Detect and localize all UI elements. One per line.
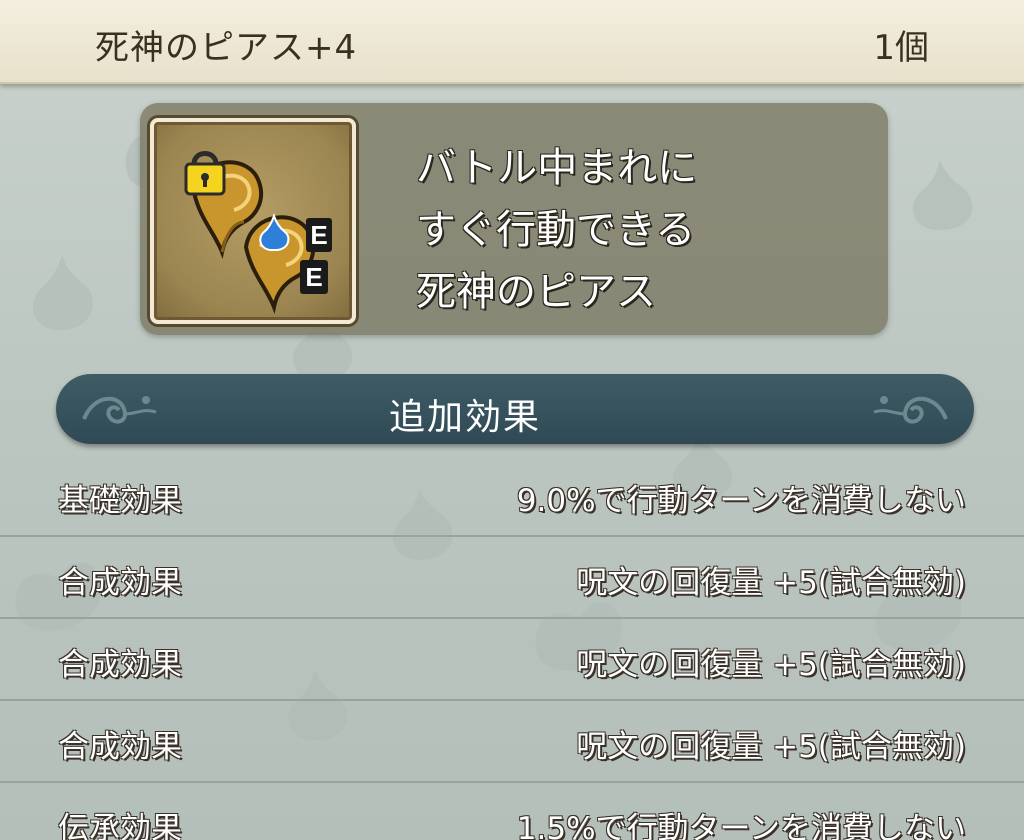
effect-value: 呪文の回復量 +5(試合無効): [576, 565, 966, 601]
effect-label: 伝承効果: [58, 811, 182, 840]
effect-label: 合成効果: [58, 647, 182, 683]
item-header: 死神のピアス+4 1個: [0, 0, 1024, 84]
section-title: 追加効果: [388, 397, 541, 438]
effect-value: 9.0%で行動ターンを消費しない: [516, 483, 966, 519]
effect-row: 合成効果 呪文の回復量 +5(試合無効): [0, 701, 1024, 783]
effect-row: 合成効果 呪文の回復量 +5(試合無効): [0, 537, 1024, 619]
effect-row: 合成効果 呪文の回復量 +5(試合無効): [0, 619, 1024, 701]
equipped-badge-2: E: [300, 260, 328, 294]
effect-value: 呪文の回復量 +5(試合無効): [576, 647, 966, 683]
effect-value: 呪文の回復量 +5(試合無効): [576, 729, 966, 765]
description-line: バトル中まれに: [416, 145, 698, 191]
effect-label: 基礎効果: [58, 483, 182, 519]
item-description: バトル中まれに すぐ行動できる 死神のピアス: [416, 137, 697, 323]
section-banner: 追加効果: [56, 374, 974, 444]
right-ornament-icon: [873, 396, 948, 424]
item-info-panel: E E バトル中まれに すぐ行動できる 死神のピアス: [140, 103, 888, 335]
effects-list: 基礎効果 9.0%で行動ターンを消費しない 合成効果 呪文の回復量 +5(試合無…: [0, 455, 1024, 840]
effect-row: 基礎効果 9.0%で行動ターンを消費しない: [0, 455, 1024, 537]
item-name: 死神のピアス+4: [95, 28, 358, 68]
lock-icon: [184, 151, 226, 196]
description-line: すぐ行動できる: [416, 207, 696, 253]
effect-value: 1.5%で行動ターンを消費しない: [516, 811, 966, 840]
equipped-badge: E: [306, 218, 332, 252]
item-icon-frame[interactable]: E E: [150, 118, 356, 324]
description-line: 死神のピアス: [416, 269, 656, 315]
item-count: 1個: [873, 28, 929, 68]
effect-label: 合成効果: [58, 565, 182, 601]
effect-row: 伝承効果 1.5%で行動ターンを消費しない: [0, 783, 1024, 840]
effect-label: 合成効果: [58, 729, 182, 765]
